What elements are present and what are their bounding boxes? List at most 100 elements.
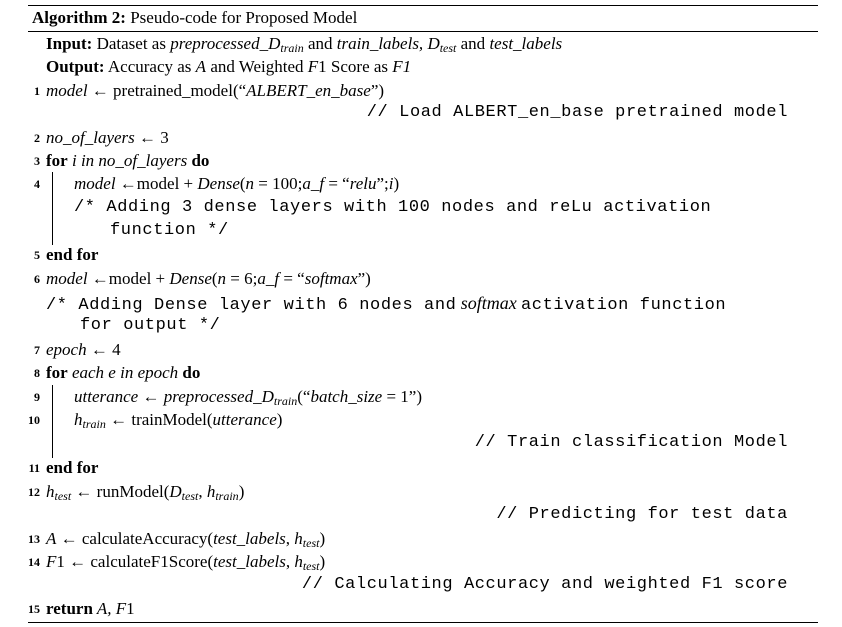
code-line-10: 10 htrain ← trainModel(utterance) [28, 409, 818, 431]
input-var: preprocessed_D [170, 34, 281, 53]
input-sub: train [280, 41, 304, 55]
code-var: A, F [92, 599, 127, 618]
code-comment: function */ [110, 221, 229, 240]
line-number: 7 [34, 343, 40, 357]
code-text: ”; [376, 174, 389, 193]
code-line-12: 12 htest ← runModel(Dtest, htrain) [28, 481, 818, 503]
code-line-5: 5 end for [28, 244, 818, 266]
comment-line-1: // Load ALBERT_en_base pretrained model [28, 102, 818, 124]
comment-line-10: // Train classification Model [28, 432, 818, 454]
output-text: and Weighted [210, 57, 304, 76]
top-rule [28, 5, 818, 6]
code-sub: test [302, 559, 320, 573]
code-sub: train [82, 417, 106, 431]
output-line: Output: Accuracy as A and Weighted F1 Sc… [28, 56, 818, 78]
line-number: 6 [34, 272, 40, 286]
code-var: D [169, 482, 182, 501]
code-line-11: 11 end for [28, 457, 818, 479]
line-number: 1 [34, 84, 40, 98]
code-line-4: 4 model ←model + Dense(n = 100;a_f = “re… [28, 173, 818, 195]
code-var: h [74, 410, 83, 429]
line-number: 15 [28, 602, 40, 616]
code-var: test_labels [213, 552, 286, 571]
code-text: ”) [370, 81, 385, 100]
algorithm-caption: Algorithm 2: Pseudo-code for Proposed Mo… [32, 7, 357, 29]
code-line-9: 9 utterance ← preprocessed_Dtrain(“batch… [28, 386, 818, 408]
code-comment: /* Adding 3 dense layers with 100 nodes … [74, 198, 712, 217]
code-var: no_of_layers [46, 128, 135, 147]
code-text: 1 ← calculateF1Score( [56, 552, 214, 571]
input-var: test_labels [489, 34, 563, 53]
line-number: 2 [34, 131, 40, 145]
code-var: model [74, 174, 116, 193]
code-var: preprocessed_D [163, 387, 274, 406]
code-var: test_labels [213, 529, 286, 548]
code-comment: // Load ALBERT_en_base pretrained model [366, 103, 788, 122]
input-keyword: Input: [46, 34, 93, 53]
code-text: ) [393, 174, 400, 193]
code-var: A [46, 529, 57, 548]
code-line-7: 7 epoch ← 4 [28, 339, 818, 361]
input-text: and [307, 34, 333, 53]
code-var: utterance [74, 387, 139, 406]
code-keyword: end for [46, 245, 99, 264]
code-text: ←model + [115, 174, 198, 193]
code-keyword: for [46, 363, 68, 382]
code-keyword: for [46, 151, 68, 170]
code-line-1: 1 model ← pretrained_model(“ALBERT_en_ba… [28, 80, 818, 102]
code-text: ← 4 [86, 340, 121, 359]
code-text: ) [276, 410, 283, 429]
output-text: 1 Score as [318, 57, 389, 76]
input-text: Dataset as [96, 34, 166, 53]
comment-line-4a: /* Adding 3 dense layers with 100 nodes … [28, 197, 818, 219]
code-var: each e in epoch [67, 363, 183, 382]
code-line-14: 14 F1 ← calculateF1Score(test_labels, ht… [28, 551, 818, 573]
algorithm-title: Pseudo-code for Proposed Model [130, 8, 358, 27]
input-var: D [427, 34, 440, 53]
code-comment: // Calculating Accuracy and weighted F1 … [301, 575, 788, 594]
code-keyword: return [46, 599, 93, 618]
input-var: train_labels, [336, 34, 424, 53]
code-text: (“ [297, 387, 311, 406]
output-var: A [195, 57, 207, 76]
line-number: 10 [28, 413, 40, 427]
code-text: ) [319, 552, 326, 571]
output-keyword: Output: [46, 57, 105, 76]
line-number: 5 [34, 248, 40, 262]
code-keyword: end for [46, 458, 99, 477]
code-text: , [198, 482, 207, 501]
line-number: 4 [34, 177, 40, 191]
code-comment: // Train classification Model [474, 433, 788, 452]
code-text: = 1”) [382, 387, 423, 406]
code-comment: /* Adding Dense layer with 6 nodes and [46, 296, 457, 315]
line-number: 3 [34, 154, 40, 168]
code-var: epoch [46, 340, 87, 359]
code-var: batch_size [310, 387, 383, 406]
code-var: relu [349, 174, 377, 193]
comment-line-14: // Calculating Accuracy and weighted F1 … [28, 574, 818, 596]
code-sub: train [215, 489, 239, 503]
algorithm-label: Algorithm 2: [32, 8, 126, 27]
line-number: 8 [34, 366, 40, 380]
code-var: a_f [302, 174, 325, 193]
line-number: 11 [28, 461, 40, 475]
code-var: h [294, 529, 303, 548]
code-sub: test [181, 489, 199, 503]
code-text: ”) [357, 269, 371, 288]
line-number: 12 [28, 485, 40, 499]
code-var: h [294, 552, 303, 571]
code-sub: test [54, 489, 72, 503]
code-line-8: 8 for each e in epoch do [28, 362, 818, 384]
code-text: = 100; [254, 174, 303, 193]
code-comment: activation function [520, 296, 727, 315]
code-var: utterance [212, 410, 277, 429]
caption-rule [28, 31, 818, 32]
code-text: ←model + [87, 269, 170, 288]
code-line-3: 3 for i in no_of_layers do [28, 150, 818, 172]
code-text: = “ [279, 269, 305, 288]
code-var: n [245, 174, 255, 193]
code-text: ← 3 [134, 128, 169, 147]
code-sub: train [273, 394, 298, 408]
code-var: model [46, 81, 88, 100]
code-var: model [46, 269, 88, 288]
